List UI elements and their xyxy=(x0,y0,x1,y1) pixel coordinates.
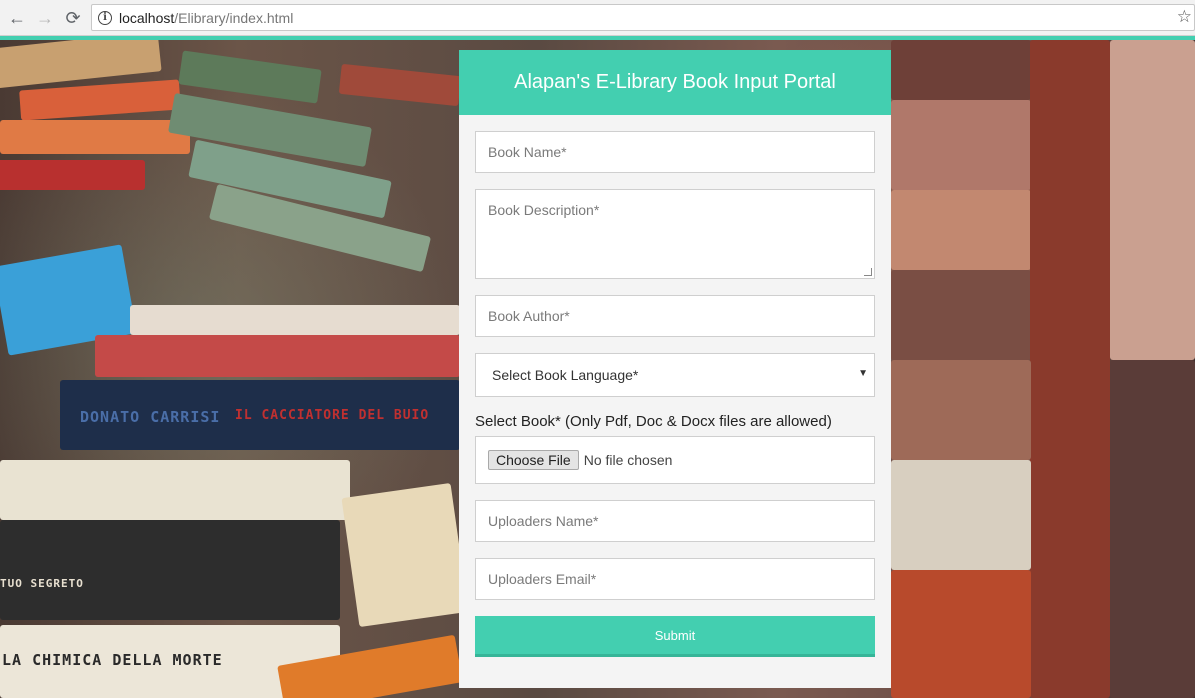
url-host: localhost xyxy=(119,10,175,26)
browser-toolbar: ← → ⟳ i localhost/Elibrary/index.html ☆ xyxy=(0,0,1195,36)
file-upload-field[interactable]: Choose File No file chosen xyxy=(475,436,875,484)
url-path: /Elibrary/index.html xyxy=(174,10,294,26)
resize-grip-icon[interactable] xyxy=(864,268,872,276)
shelf-shape xyxy=(1110,360,1195,698)
book-description-placeholder: Book Description* xyxy=(488,202,600,218)
book-name-input[interactable]: Book Name* xyxy=(475,131,875,173)
reload-icon[interactable]: ⟳ xyxy=(61,6,85,30)
book-shape xyxy=(891,460,1031,570)
url-text[interactable]: localhost/Elibrary/index.html xyxy=(119,10,293,26)
book-shape xyxy=(0,460,350,520)
uploader-name-input[interactable]: Uploaders Name* xyxy=(475,500,875,542)
book-spine-text: DONATO CARRISI xyxy=(80,408,221,426)
book-shape xyxy=(0,160,145,190)
book-shape xyxy=(0,120,190,154)
file-status-text: No file chosen xyxy=(583,452,673,468)
dropdown-arrow-icon: ▼ xyxy=(858,368,868,379)
book-spine-text: IL CACCIATORE DEL BUIO xyxy=(235,408,430,423)
bookmark-star-icon[interactable]: ☆ xyxy=(1177,7,1192,27)
info-icon[interactable]: i xyxy=(98,11,112,25)
shelf-shape xyxy=(891,360,1031,460)
shelf-shape xyxy=(891,190,1031,270)
book-shape xyxy=(178,50,322,104)
book-language-select[interactable]: Select Book Language* ▼ xyxy=(475,353,875,397)
back-arrow-icon[interactable]: ← xyxy=(5,6,29,30)
shelf-shape xyxy=(1030,40,1110,698)
form-title: Alapan's E-Library Book Input Portal xyxy=(459,50,891,115)
book-shape xyxy=(891,570,1031,698)
book-shape xyxy=(130,305,460,335)
shelf-shape xyxy=(891,100,1031,190)
book-shape xyxy=(95,335,460,377)
book-shape xyxy=(338,63,462,107)
choose-file-button[interactable]: Choose File xyxy=(488,450,579,470)
book-spine-text: TUO SEGRETO xyxy=(0,577,84,590)
book-shape xyxy=(19,79,181,121)
book-language-selected-value: Select Book Language* xyxy=(492,367,639,383)
file-upload-label: Select Book* (Only Pdf, Doc & Docx files… xyxy=(475,413,832,430)
book-input-form: Alapan's E-Library Book Input Portal Boo… xyxy=(459,50,891,688)
book-spine-text: LA CHIMICA DELLA MORTE xyxy=(2,651,223,669)
shelf-shape xyxy=(891,270,1031,360)
book-author-input[interactable]: Book Author* xyxy=(475,295,875,337)
forward-arrow-icon[interactable]: → xyxy=(33,6,57,30)
book-shape xyxy=(341,482,469,628)
address-bar[interactable]: i localhost/Elibrary/index.html ☆ xyxy=(91,4,1195,31)
book-shape xyxy=(0,520,340,620)
shelf-shape xyxy=(1110,40,1195,360)
uploader-email-input[interactable]: Uploaders Email* xyxy=(475,558,875,600)
book-description-textarea[interactable]: Book Description* xyxy=(475,189,875,279)
shelf-shape xyxy=(891,40,1031,100)
submit-button[interactable]: Submit xyxy=(475,616,875,657)
